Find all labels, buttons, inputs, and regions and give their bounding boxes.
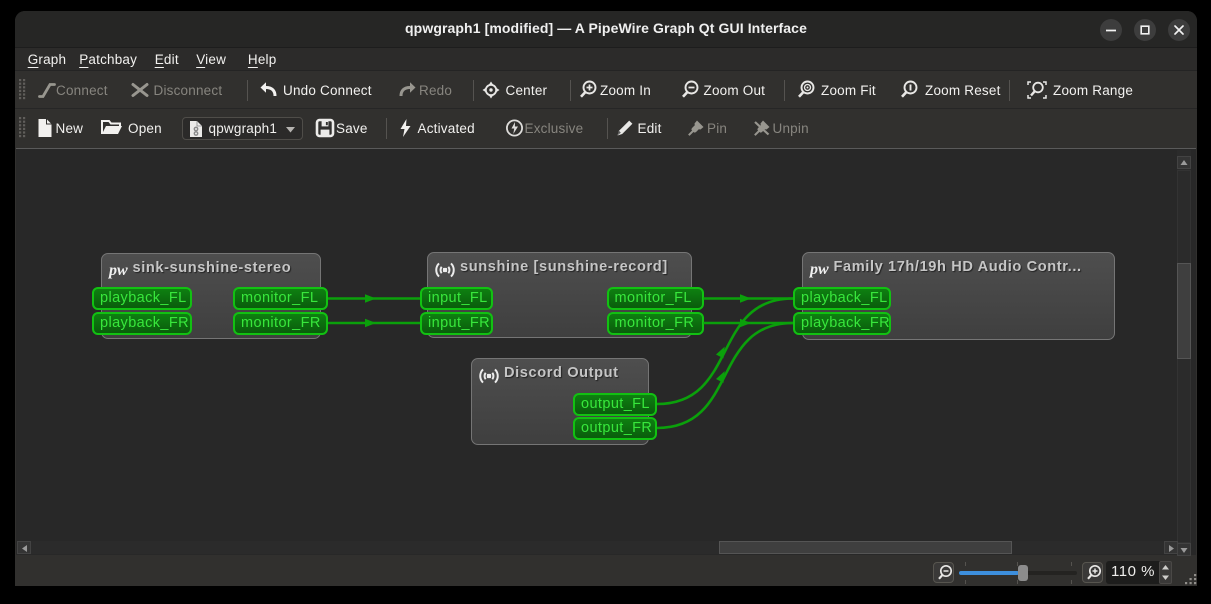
svg-text:pw: pw [108,262,128,279]
svg-text:pw: pw [809,261,829,278]
